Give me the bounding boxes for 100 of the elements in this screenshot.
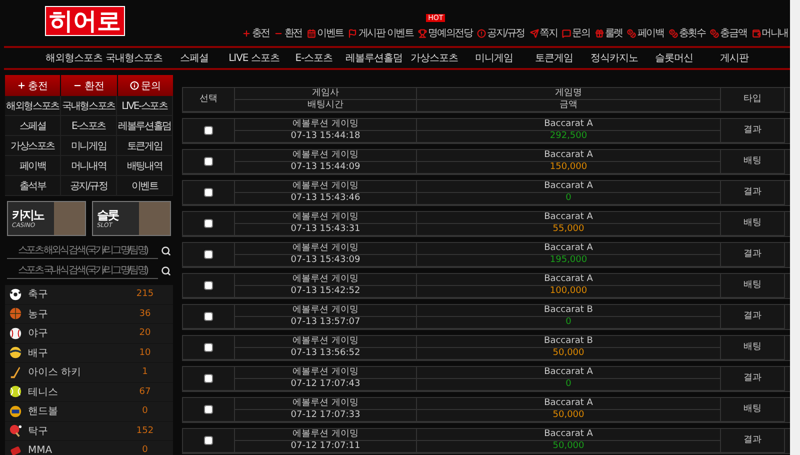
select-checkbox[interactable]	[204, 374, 213, 383]
sport-item[interactable]: MMA 0	[5, 441, 173, 455]
table-cell: 07-12 17:07:11	[235, 441, 417, 453]
table-cell: 배팅	[721, 212, 785, 236]
menu-item[interactable]: 토큰게임	[117, 136, 173, 156]
menu-item[interactable]: 출석부	[5, 176, 61, 196]
table-cell: Baccarat A	[417, 274, 721, 286]
table-cell: 에볼루션 게이밍	[235, 119, 417, 131]
table-cell: 07-13 15:43:31	[235, 224, 417, 236]
top-link[interactable]: 충금액	[710, 26, 747, 40]
table-cell: 0	[417, 379, 721, 391]
top-link[interactable]: 문의	[562, 26, 590, 40]
table-cell: 에볼루션 게이밍	[235, 336, 417, 348]
search-field[interactable]: 스포츠 해외식 검색 (국가/리그명/팀명)	[7, 243, 158, 259]
menu-item[interactable]: 해외형스포츠	[5, 96, 61, 116]
action-button[interactable]: 문의	[118, 75, 173, 96]
nav-item[interactable]: 가상스포츠	[404, 48, 464, 68]
table-cell: 07-12 17:07:43	[235, 379, 417, 391]
table-cell: 에볼루션 게이밍	[235, 181, 417, 193]
select-checkbox[interactable]	[204, 126, 213, 135]
menu-item[interactable]: 국내형스포츠	[61, 96, 117, 116]
menu-item[interactable]: 배팅내역	[117, 156, 173, 176]
sport-count: 36	[138, 308, 152, 319]
nav-item[interactable]: 게시판	[704, 48, 764, 68]
top-link[interactable]: 머니내	[752, 26, 788, 40]
nav-item[interactable]: 정식카지노	[584, 48, 644, 68]
action-button[interactable]: 환전	[61, 75, 117, 96]
nav-item[interactable]: 해외형스포츠	[44, 48, 104, 68]
table-cell: 07-13 13:56:52	[235, 348, 417, 360]
sport-item[interactable]: 탁구 152	[5, 422, 173, 441]
top-link[interactable]: 충횟수	[668, 26, 706, 40]
sport-name: MMA	[28, 444, 54, 455]
nav-item[interactable]: 슬롯머신	[644, 48, 704, 68]
select-checkbox[interactable]	[204, 281, 213, 290]
select-checkbox[interactable]	[204, 436, 213, 445]
top-link[interactable]: 이벤트	[306, 26, 344, 40]
column-header: 게임사	[235, 88, 417, 100]
menu-item[interactable]: 레볼루션홀덤	[117, 116, 173, 136]
menu-item[interactable]: E-스포츠	[61, 116, 117, 136]
menu-item[interactable]: 스페셜	[5, 116, 61, 136]
table-cell: 결과	[721, 181, 785, 205]
wallet-icon	[752, 28, 761, 38]
top-link[interactable]: 게시판 이벤트	[348, 26, 414, 40]
search-field[interactable]: 스포츠 국내식 검색 (국가/리그명/팀명)	[7, 263, 158, 279]
menu-item[interactable]: 이벤트	[117, 176, 173, 196]
plus-icon	[242, 28, 251, 38]
nav-item[interactable]: E-스포츠	[284, 48, 344, 68]
coins-icon	[710, 28, 720, 38]
scrollbar[interactable]	[790, 0, 800, 455]
calendar-icon	[306, 28, 316, 38]
top-link[interactable]: 공지/규정	[477, 26, 525, 40]
nav-item[interactable]: 국내형스포츠	[104, 48, 164, 68]
select-checkbox[interactable]	[204, 343, 213, 352]
table-cell: 07-13 15:42:52	[235, 286, 417, 298]
sport-item[interactable]: 축구 215	[5, 285, 173, 304]
nav-item[interactable]: 토큰게임	[524, 48, 584, 68]
sport-item[interactable]: 농구 36	[5, 304, 173, 324]
select-checkbox[interactable]	[204, 405, 213, 414]
top-link[interactable]: 룰렛	[594, 26, 622, 40]
sport-item[interactable]: 배구 10	[5, 344, 173, 363]
sport-item[interactable]: 핸드볼 0	[5, 402, 173, 422]
table-cell: Baccarat A	[417, 181, 721, 193]
table-cell: 07-13 15:44:09	[235, 162, 417, 174]
sport-name: 축구	[28, 288, 49, 302]
select-checkbox[interactable]	[204, 188, 213, 197]
action-button[interactable]: 충전	[5, 75, 60, 96]
table-cell: 07-13 15:43:09	[235, 255, 417, 267]
table-cell: 결과	[721, 305, 785, 329]
menu-item[interactable]: 페이백	[5, 156, 61, 176]
nav-item[interactable]: LIVE 스포츠	[224, 48, 284, 68]
table-cell: 50,000	[417, 348, 721, 360]
menu-item[interactable]: 미니게임	[61, 136, 117, 156]
select-checkbox[interactable]	[204, 250, 213, 259]
table-cell: 55,000	[417, 224, 721, 236]
top-link[interactable]: 페이백	[627, 26, 664, 40]
nav-item[interactable]: 레볼루션홀덤	[344, 48, 404, 68]
table-cell: Baccarat A	[417, 243, 721, 255]
sport-count: 215	[135, 289, 155, 300]
sport-item[interactable]: 아이스 하키 1	[5, 363, 173, 382]
menu-item[interactable]: 공지/규정	[61, 176, 117, 196]
sport-name: 아이스 하키	[28, 366, 82, 380]
send-icon	[530, 28, 539, 38]
search-icon[interactable]	[161, 246, 171, 256]
table-cell: 에볼루션 게이밍	[235, 429, 417, 441]
sport-item[interactable]: 테니스 67	[5, 382, 173, 402]
search-icon[interactable]	[161, 266, 171, 276]
nav-item[interactable]: 스페셜	[164, 48, 224, 68]
top-link[interactable]: 환전	[274, 26, 302, 40]
select-checkbox[interactable]	[204, 157, 213, 166]
menu-item[interactable]: LIVE-스포츠	[117, 96, 173, 116]
logo[interactable]: 히어로	[45, 6, 125, 36]
top-link[interactable]: 충전	[242, 26, 270, 40]
menu-item[interactable]: 머니내역	[61, 156, 117, 176]
top-link[interactable]: 쪽지	[530, 26, 558, 40]
menu-item[interactable]: 가상스포츠	[5, 136, 61, 156]
select-checkbox[interactable]	[204, 312, 213, 321]
sport-item[interactable]: 야구 20	[5, 324, 173, 344]
nav-item[interactable]: 미니게임	[464, 48, 524, 68]
banner-title: 슬롯	[97, 208, 120, 222]
select-checkbox[interactable]	[204, 219, 213, 228]
